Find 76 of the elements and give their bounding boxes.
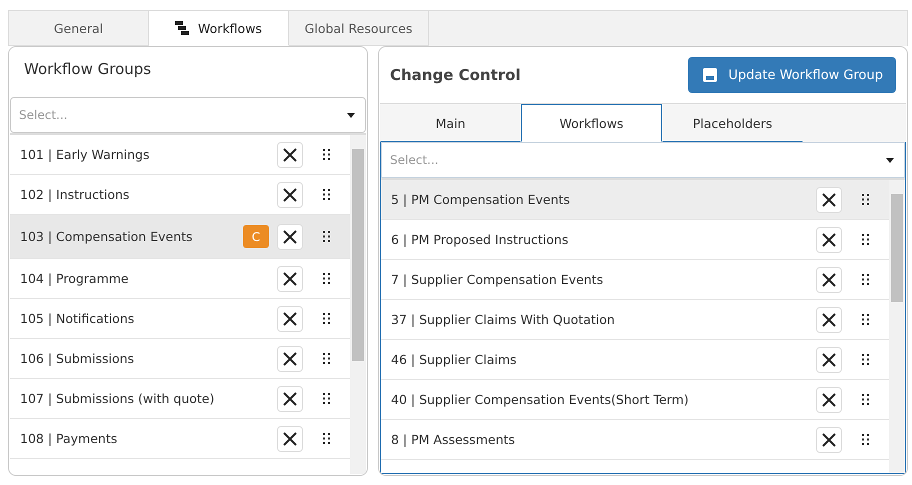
update-workflow-group-button[interactable]: Update Workflow Group [688,57,896,93]
close-icon [283,392,297,406]
item-label: 102 | Instructions [20,187,130,202]
list-item[interactable]: 103 | Compensation Events C [10,215,350,259]
close-icon [822,232,836,246]
close-icon [283,272,297,286]
remove-button[interactable] [816,386,842,412]
remove-button[interactable] [277,426,303,452]
remove-button[interactable] [277,142,303,168]
caret-icon [347,112,355,118]
drag-handle-icon[interactable] [323,149,330,160]
item-label: 105 | Notifications [20,311,136,326]
remove-button[interactable] [277,386,303,412]
caret-icon [886,158,894,162]
close-icon [822,312,836,326]
tab[interactable]: Placeholders [662,104,803,142]
item-label: 40 | Supplier Compensation Events(Short Term) [391,392,690,407]
close-icon [822,392,836,406]
remove-button[interactable] [816,186,842,212]
panel-title: Change Control [389,66,522,84]
close-icon [283,312,297,326]
badge: C [243,225,269,248]
drag-handle-icon[interactable] [862,394,869,405]
tab[interactable]: Global Resources [289,11,429,46]
item-label: 107 | Submissions (with quote) [20,391,216,406]
item-label: 5 | PM Compensation Events [391,192,571,207]
tab[interactable]: Workflows [149,11,289,46]
drag-handle-icon[interactable] [862,274,869,285]
remove-button[interactable] [277,346,303,372]
remove-button[interactable] [816,346,842,372]
remove-button[interactable] [277,306,303,332]
drag-handle-icon[interactable] [323,393,330,404]
drag-handle-icon[interactable] [862,314,869,325]
drag-handle-icon[interactable] [323,313,330,324]
close-icon [822,352,836,366]
item-label: 8 | PM Assessments [391,432,516,447]
drag-handle-icon[interactable] [323,353,330,364]
drag-handle-icon[interactable] [862,194,869,205]
item-label: 108 | Payments [20,431,118,446]
close-icon [822,192,836,206]
remove-button[interactable] [816,306,842,332]
save-icon [702,67,718,83]
tab[interactable]: Workflows [521,104,662,142]
drag-handle-icon[interactable] [862,354,869,365]
drag-handle-icon[interactable] [862,234,869,245]
item-label: 46 | Supplier Claims [391,352,518,367]
item-label: 7 | Supplier Compensation Events [391,272,604,287]
close-icon [283,352,297,366]
drag-handle-icon[interactable] [323,231,330,242]
scrollbar[interactable] [350,135,366,474]
scrollbar[interactable] [889,180,905,473]
remove-button[interactable] [816,226,842,252]
close-icon [822,272,836,286]
list-item[interactable]: 5 | PM Compensation Events [381,180,889,220]
item-label: 37 | Supplier Claims With Quotation [391,312,616,327]
close-icon [283,230,297,244]
close-icon [283,188,297,202]
tab[interactable]: General [9,11,149,46]
item-label: 106 | Submissions [20,351,136,366]
remove-button[interactable] [816,426,842,452]
item-label: 101 | Early Warnings [20,147,150,162]
close-icon [283,432,297,446]
close-icon [822,432,836,446]
remove-button[interactable] [277,266,303,292]
remove-button[interactable] [277,182,303,208]
remove-button[interactable] [277,224,303,250]
close-icon [283,148,297,162]
drag-handle-icon[interactable] [323,433,330,444]
drag-handle-icon[interactable] [323,273,330,284]
item-label: 103 | Compensation Events [20,229,194,244]
remove-button[interactable] [816,266,842,292]
drag-handle-icon[interactable] [862,434,869,445]
item-label: 6 | PM Proposed Instructions [391,232,570,247]
panel-title: Workflow Groups [23,59,152,80]
item-label: 104 | Programme [20,271,130,286]
drag-handle-icon[interactable] [323,189,330,200]
